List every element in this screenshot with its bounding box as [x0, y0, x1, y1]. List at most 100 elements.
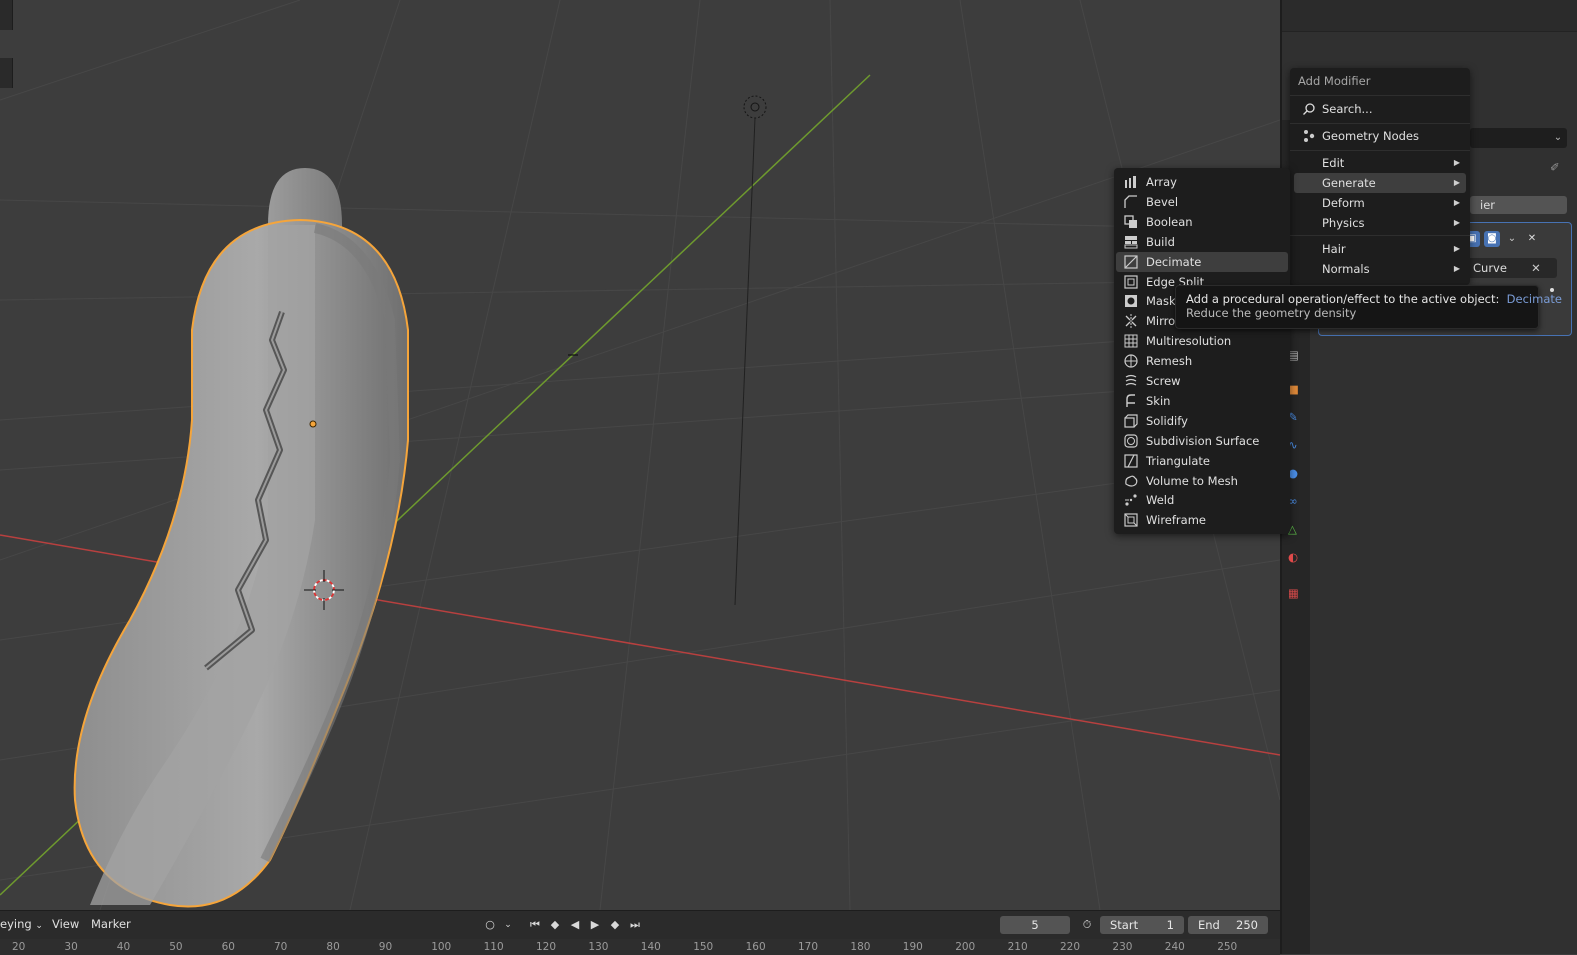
menu-item-edit[interactable]: Edit ▶	[1294, 153, 1466, 173]
generate-item-array[interactable]: Array	[1116, 172, 1288, 192]
object-tab-icon[interactable]: ■	[1288, 382, 1304, 398]
edge-split-icon	[1124, 274, 1138, 289]
texture-tab-icon[interactable]: ▦	[1288, 586, 1304, 602]
add-modifier-label: ier	[1480, 198, 1495, 212]
triangulate-icon	[1124, 453, 1138, 468]
viewport-scene	[0, 0, 1280, 910]
generate-item-label: Wireframe	[1146, 513, 1206, 528]
view-menu[interactable]: View	[52, 911, 79, 937]
decimate-icon	[1124, 254, 1138, 269]
generate-item-label: Multiresolution	[1146, 334, 1232, 349]
generate-item-bevel[interactable]: Bevel	[1116, 192, 1288, 212]
ruler-tick-label: 70	[274, 941, 288, 953]
generate-item-remesh[interactable]: Remesh	[1116, 351, 1288, 371]
generate-item-label: Skin	[1146, 393, 1171, 408]
generate-item-label: Weld	[1146, 493, 1175, 508]
toolbar-corner-top[interactable]	[0, 0, 13, 30]
menu-item-label: Hair	[1322, 242, 1346, 256]
keying-menu[interactable]: eying ⌄	[0, 911, 43, 937]
jump-start-icon[interactable]: ⏮	[526, 917, 544, 933]
add-modifier-menu: Add Modifier Search... Geometry Nodes Ed…	[1290, 68, 1470, 285]
jump-end-icon[interactable]: ⏭	[626, 917, 644, 933]
close-icon[interactable]: ✕	[1524, 231, 1540, 247]
volume-to-mesh-icon	[1125, 475, 1138, 487]
toolbar-corner-mid[interactable]	[0, 58, 13, 88]
end-frame-field[interactable]: End 250	[1188, 916, 1268, 934]
generate-item-screw[interactable]: Screw	[1116, 371, 1288, 391]
3d-viewport[interactable]	[0, 0, 1280, 910]
menu-item-deform[interactable]: Deform ▶	[1294, 193, 1466, 213]
generate-item-multiresolution[interactable]: Multiresolution	[1116, 331, 1288, 351]
search-label: Search...	[1322, 102, 1373, 116]
generate-item-label: Boolean	[1146, 214, 1193, 229]
generate-item-label: Remesh	[1146, 354, 1193, 369]
generate-item-build[interactable]: Build	[1116, 232, 1288, 252]
marker-menu[interactable]: Marker	[91, 911, 131, 937]
constraints-tab-icon[interactable]: ∞	[1288, 494, 1304, 510]
particles-tab-icon[interactable]: ∿	[1288, 438, 1304, 454]
ruler-tick-label: 40	[116, 941, 131, 953]
start-frame-field[interactable]: Start 1	[1100, 916, 1184, 934]
generate-item-label: Build	[1146, 234, 1175, 249]
ruler-tick-label: 130	[588, 941, 609, 953]
generate-item-label: Volume to Mesh	[1146, 473, 1238, 488]
prev-keyframe-icon[interactable]: ◆	[546, 917, 564, 933]
add-modifier-button[interactable]: ier	[1470, 196, 1567, 214]
generate-item-label: Bevel	[1146, 194, 1179, 209]
ruler-tick-label: 120	[536, 941, 557, 953]
generate-item-subdivision-surface[interactable]: Subdivision Surface	[1116, 431, 1288, 451]
generate-item-solidify[interactable]: Solidify	[1116, 411, 1288, 431]
physics-tab-icon[interactable]: ●	[1288, 466, 1304, 482]
generate-item-decimate[interactable]: Decimate	[1116, 251, 1288, 272]
generate-item-label: Subdivision Surface	[1146, 433, 1260, 448]
generate-item-skin[interactable]: Skin	[1116, 391, 1288, 411]
render-camera-icon[interactable]: ◙	[1484, 231, 1500, 247]
next-keyframe-icon[interactable]: ◆	[606, 917, 624, 933]
geometry-nodes-menu-item[interactable]: Geometry Nodes	[1294, 126, 1466, 146]
menu-item-hair[interactable]: Hair ▶	[1294, 239, 1466, 259]
generate-item-volume-to-mesh[interactable]: Volume to Mesh	[1116, 471, 1288, 491]
generate-item-boolean[interactable]: Boolean	[1116, 212, 1288, 232]
ruler-tick-label: 170	[798, 941, 819, 953]
material-tab-icon[interactable]: ◐	[1288, 550, 1304, 566]
submenu-arrow-icon: ▶	[1453, 244, 1460, 253]
generate-item-triangulate[interactable]: Triangulate	[1116, 451, 1288, 471]
menu-title: Add Modifier	[1298, 74, 1371, 88]
clear-field-icon[interactable]: ✕	[1526, 258, 1546, 278]
modifier-tab-icon[interactable]: ✎	[1288, 410, 1304, 426]
current-frame-field[interactable]: 5	[1000, 916, 1070, 934]
generate-item-label: Triangulate	[1146, 453, 1211, 468]
auto-keying-icon[interactable]: ○	[481, 917, 499, 933]
chevron-down-icon[interactable]: ⌄	[1548, 128, 1568, 148]
boolean-icon	[1124, 215, 1137, 228]
pin-icon[interactable]: ✐	[1550, 160, 1560, 174]
play-reverse-icon[interactable]: ◀	[566, 917, 584, 933]
screw-icon	[1125, 374, 1137, 386]
menu-item-label: Generate	[1322, 176, 1376, 190]
data-tab-icon[interactable]: △	[1288, 522, 1304, 538]
frame-ruler[interactable]: 20 30 40 50 60 70 80 90 100 110 120 130 140 150 160 170…	[0, 939, 1280, 955]
output-tab-icon[interactable]: ▤	[1288, 348, 1304, 364]
menu-item-label: Normals	[1322, 262, 1370, 276]
mirror-icon	[1125, 314, 1137, 329]
ruler-tick-label: 110	[483, 941, 504, 953]
ruler-tick-label: 200	[955, 941, 976, 953]
search-menu-item[interactable]: Search...	[1294, 99, 1466, 119]
generate-item-weld[interactable]: Weld	[1116, 490, 1288, 510]
generate-item-wireframe[interactable]: Wireframe	[1116, 510, 1288, 530]
menu-separator	[1290, 235, 1470, 236]
play-icon[interactable]: ▶	[586, 917, 604, 933]
stopwatch-icon[interactable]: ⏱	[1078, 917, 1096, 933]
menu-item-generate[interactable]: Generate ▶	[1294, 173, 1466, 193]
ruler-tick-label: 20	[12, 941, 26, 953]
geometry-nodes-icon	[1304, 130, 1315, 142]
ruler-tick-label: 190	[902, 941, 923, 953]
ruler-tick-label: 220	[1060, 941, 1081, 953]
menu-item-normals[interactable]: Normals ▶	[1294, 259, 1466, 279]
ruler-tick-label: 230	[1112, 941, 1133, 953]
ruler-tick-label: 160	[745, 941, 766, 953]
chevron-down-icon[interactable]: ⌄	[499, 917, 517, 933]
skin-icon	[1126, 394, 1135, 407]
menu-item-physics[interactable]: Physics ▶	[1294, 213, 1466, 233]
chevron-down-icon[interactable]: ⌄	[1504, 231, 1520, 247]
